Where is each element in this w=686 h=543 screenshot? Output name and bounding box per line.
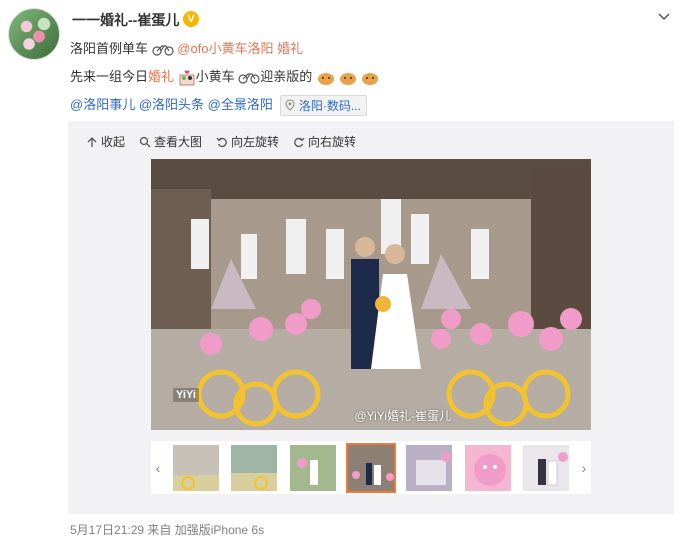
line2-prefix: 先来一组今日 [70, 69, 149, 84]
wedding-photo-image [151, 159, 591, 430]
main-photo[interactable]: YiYi @YiYi婚礼-崔蛋儿 [151, 159, 591, 430]
topic-link[interactable]: @全景洛阳 [208, 97, 273, 112]
rotate-left-icon [216, 137, 227, 147]
topic-link[interactable]: @洛阳事儿 [70, 97, 135, 112]
username[interactable]: 一一婚礼--崔蛋儿 [72, 10, 179, 30]
location-pin-icon [285, 99, 295, 111]
media-toolbar: 收起 查看大图 向左旋转 向右旋转 [86, 133, 356, 150]
topic-link[interactable]: @洛阳头条 [139, 97, 204, 112]
line2-mid: 小黄车 [195, 69, 235, 84]
location-label: 洛阳·数码... [298, 99, 361, 114]
magnifier-icon [139, 136, 151, 147]
collapse-label: 收起 [101, 135, 126, 149]
thumbnail-strip: ‹ › [151, 441, 591, 494]
rotate-right-label: 向右旋转 [308, 135, 357, 149]
location-chip[interactable]: 洛阳·数码... [280, 95, 367, 117]
view-large-label: 查看大图 [154, 135, 203, 149]
post-line-1: 洛阳首例单车 @ofo小黄车洛阳 婚礼 [70, 38, 303, 57]
chevron-left-icon[interactable]: ‹ [151, 441, 165, 494]
bicycle-emoji-icon [238, 72, 260, 84]
photo-watermark: @YiYi婚礼-崔蛋儿 [354, 409, 451, 423]
post-line-3: @洛阳事儿 @洛阳头条 @全景洛阳 洛阳·数码... [70, 94, 367, 117]
rotate-right-icon [294, 137, 305, 147]
view-large-button[interactable]: 查看大图 [139, 133, 202, 150]
verified-badge-icon: V [183, 11, 199, 27]
bicycle-emoji-icon [152, 44, 174, 56]
avatar[interactable] [8, 8, 60, 60]
doge-emoji-icon [317, 72, 378, 85]
rotate-left-label: 向左旋转 [231, 135, 280, 149]
arrow-up-icon [87, 136, 97, 147]
thumbnail[interactable] [404, 443, 454, 493]
tag-wedding[interactable]: 婚礼 [277, 41, 303, 56]
thumbnail[interactable] [521, 443, 571, 493]
rotate-right-button[interactable]: 向右旋转 [293, 133, 356, 150]
tag-wedding-2[interactable]: 婚礼 [148, 69, 174, 84]
thumbnail[interactable] [288, 443, 338, 493]
thumbnail-list [165, 442, 577, 493]
thumbnail[interactable] [171, 443, 221, 493]
chevron-down-icon[interactable] [656, 8, 672, 24]
line2-suffix: 迎亲版的 [260, 69, 313, 84]
collapse-button[interactable]: 收起 [86, 133, 125, 150]
rotate-left-button[interactable]: 向左旋转 [216, 133, 279, 150]
post-line-2: 先来一组今日婚礼 小黄车 迎亲版的 [70, 66, 382, 87]
thumbnail[interactable] [229, 443, 279, 493]
media-viewer: 收起 查看大图 向左旋转 向右旋转 YiYi @YiYi婚礼-崔蛋儿 ‹ › [68, 121, 674, 514]
chevron-right-icon[interactable]: › [577, 441, 591, 494]
post-timestamp[interactable]: 5月17日21:29 来自 加强版iPhone 6s [70, 521, 264, 538]
mention-ofo[interactable]: @ofo小黄车洛阳 [177, 41, 273, 56]
wedding-couple-emoji-icon [179, 69, 195, 85]
line1-prefix: 洛阳首例单车 [70, 41, 149, 56]
thumbnail-active[interactable] [345, 442, 396, 493]
photo-logo: YiYi [173, 388, 199, 402]
thumbnail[interactable] [463, 443, 513, 493]
